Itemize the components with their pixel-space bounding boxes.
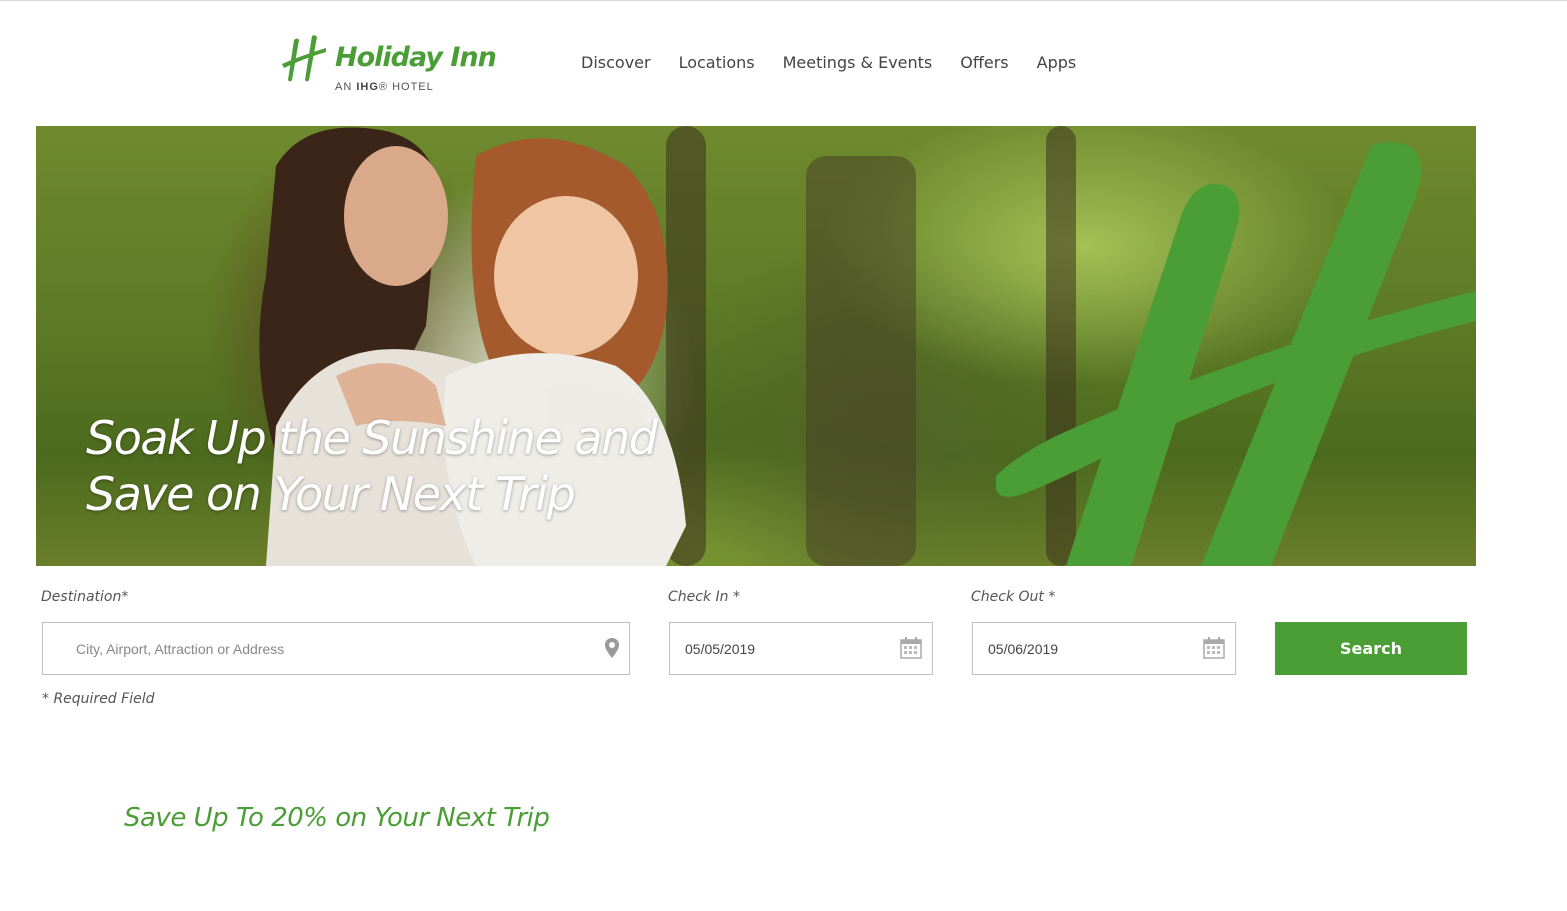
check-out-label: Check Out * — [971, 589, 1056, 605]
brand-name: Holiday Inn — [335, 42, 497, 73]
calendar-icon[interactable] — [1203, 637, 1225, 659]
holiday-inn-logo[interactable]: Holiday Inn AN IHG® HOTEL — [280, 34, 497, 96]
check-out-field[interactable] — [972, 622, 1236, 675]
nav-apps[interactable]: Apps — [1037, 53, 1077, 72]
nav-locations[interactable]: Locations — [679, 53, 755, 72]
brand-subtitle: AN IHG® HOTEL — [335, 81, 434, 93]
calendar-icon[interactable] — [900, 637, 922, 659]
nav-meetings-events[interactable]: Meetings & Events — [783, 53, 933, 72]
hero-banner[interactable]: Soak Up the Sunshine and Save on Your Ne… — [36, 126, 1476, 566]
promo-heading: Save Up To 20% on Your Next Trip — [124, 803, 550, 833]
required-field-note: * Required Field — [42, 691, 155, 707]
holiday-inn-h-watermark-icon — [996, 142, 1476, 566]
top-divider — [0, 0, 1567, 1]
destination-field[interactable] — [42, 622, 630, 675]
nav-offers[interactable]: Offers — [960, 53, 1008, 72]
check-out-input[interactable] — [988, 623, 1188, 674]
check-in-field[interactable] — [669, 622, 933, 675]
destination-input[interactable] — [76, 623, 596, 674]
holiday-inn-h-logo-icon — [282, 35, 326, 82]
destination-label: Destination* — [41, 589, 129, 605]
hero-headline: Soak Up the Sunshine and Save on Your Ne… — [86, 411, 658, 521]
main-nav: Discover Locations Meetings & Events Off… — [581, 53, 1076, 72]
check-in-label: Check In * — [668, 589, 740, 605]
check-in-input[interactable] — [685, 623, 885, 674]
search-button[interactable]: Search — [1275, 622, 1467, 675]
nav-discover[interactable]: Discover — [581, 53, 651, 72]
tree-trunk — [806, 156, 916, 566]
map-pin-icon[interactable] — [604, 637, 620, 659]
